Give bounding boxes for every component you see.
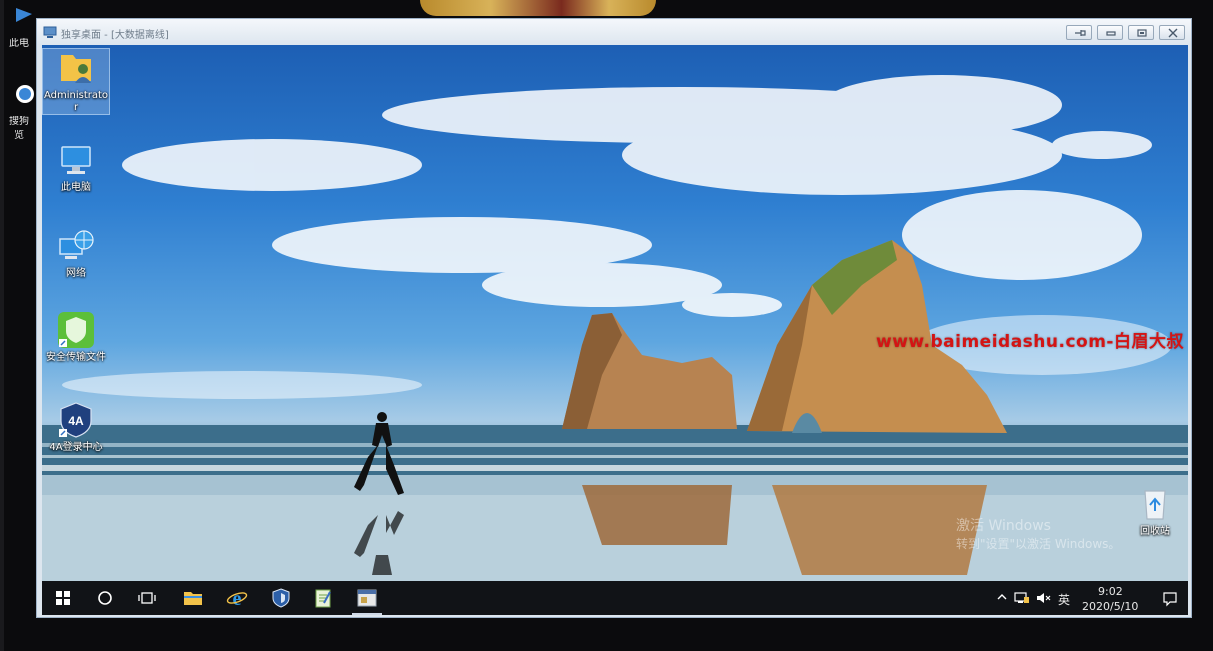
svg-text:e: e (233, 588, 242, 608)
security-app-button[interactable] (260, 581, 302, 615)
volume-muted-icon[interactable] (1036, 591, 1052, 605)
windows-logo-icon (56, 591, 70, 605)
ie-icon: e (226, 588, 248, 608)
desktop-icon-label: 安全传输文件 (46, 352, 106, 363)
chevron-up-icon[interactable] (996, 591, 1008, 603)
desktop-icon-secure-file[interactable]: 安全传输文件 (43, 311, 109, 364)
shield-icon (272, 588, 290, 608)
window-title: 独享桌面 - [大数据离线] (61, 30, 169, 41)
host-wallpaper-art (420, 0, 656, 16)
minimize-icon (1106, 31, 1116, 36)
user-folder-icon (61, 55, 91, 83)
restore-button[interactable] (1128, 25, 1154, 40)
close-icon (1168, 28, 1178, 38)
search-button[interactable] (84, 581, 126, 615)
recycle-bin-icon (1144, 490, 1166, 520)
host-icon-label: 览 (14, 130, 24, 141)
desktop-icon-label: Administrator (43, 90, 109, 113)
task-view-button[interactable] (126, 581, 168, 615)
remote-app-button[interactable] (346, 581, 388, 615)
close-button[interactable] (1159, 25, 1185, 40)
notepad-icon (315, 589, 331, 608)
network-icon (59, 230, 94, 259)
desktop-icon-label: 4A登录中心 (49, 442, 103, 453)
host-icon-label: 此电 (9, 38, 29, 49)
remote-desktop-window: 独享桌面 - [大数据离线] Administrator 此电脑 网络 安全传输… (36, 18, 1192, 618)
watermark-text: www.baimeidashu.com-白眉大叔 (876, 332, 1184, 352)
minimize-button[interactable] (1097, 25, 1123, 40)
svg-text:4A: 4A (68, 414, 84, 428)
ime-indicator[interactable]: 英 (1058, 591, 1070, 608)
start-button[interactable] (42, 581, 84, 615)
app-window-icon (357, 589, 377, 607)
internet-explorer-button[interactable]: e (216, 581, 258, 615)
desktop-icon-4a-center[interactable]: 4A 4A登录中心 (43, 401, 109, 454)
pin-button[interactable] (1066, 25, 1092, 40)
network-status-icon[interactable] (1014, 591, 1030, 605)
restore-icon (1137, 29, 1147, 37)
file-explorer-button[interactable] (172, 581, 214, 615)
activate-windows-notice: 激活 Windows 转到"设置"以激活 Windows。 (956, 517, 1120, 553)
shield-folder-icon (58, 312, 94, 348)
notepad-button[interactable] (302, 581, 344, 615)
search-circle-icon (98, 591, 112, 605)
desktop-icon-recycle-bin[interactable]: 回收站 (1122, 485, 1188, 538)
window-titlebar[interactable]: 独享桌面 - [大数据离线] (37, 19, 1191, 45)
host-icon-label: 搜狗 (9, 116, 29, 127)
host-edge (0, 0, 4, 651)
desktop-icon-network[interactable]: 网络 (43, 227, 109, 280)
system-tray: 英 9:02 2020/5/10 (992, 581, 1188, 615)
clock-date[interactable]: 2020/5/10 (1082, 600, 1138, 613)
desktop-icon-administrator[interactable]: Administrator (42, 48, 110, 115)
desktop-icon-label: 此电脑 (61, 182, 91, 193)
activate-subtitle: 转到"设置"以激活 Windows。 (956, 537, 1121, 551)
activate-title: 激活 Windows (956, 518, 1051, 534)
task-view-icon (138, 592, 156, 604)
clock-time[interactable]: 9:02 (1098, 585, 1123, 598)
notification-icon[interactable] (1162, 591, 1178, 607)
desktop-icon-label: 网络 (66, 268, 86, 279)
desktop-icon-label: 回收站 (1140, 526, 1170, 537)
computer-icon (61, 146, 91, 174)
remote-screen[interactable]: Administrator 此电脑 网络 安全传输文件 4A 4A登录中心 回收… (42, 45, 1188, 615)
pin-icon (1075, 30, 1086, 36)
desktop-icon-this-pc[interactable]: 此电脑 (43, 141, 109, 194)
sogou-icon[interactable] (14, 84, 36, 104)
taskbar: e 英 9:02 2020/5/10 (42, 581, 1188, 615)
folder-icon (184, 592, 202, 605)
computer-icon[interactable] (14, 6, 36, 26)
remote-desktop-icon (43, 26, 57, 38)
4a-shield-icon: 4A (59, 402, 92, 438)
